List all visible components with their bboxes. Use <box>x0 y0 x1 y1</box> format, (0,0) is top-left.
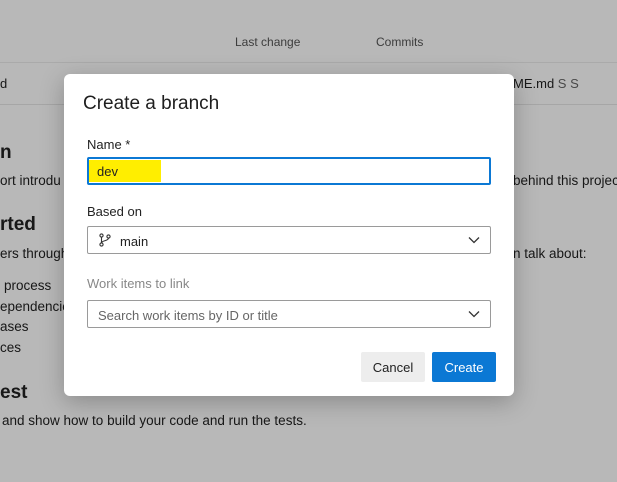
create-branch-dialog: Create a branch Name * Based on main Wor… <box>64 74 514 396</box>
chevron-down-icon <box>468 237 480 244</box>
dialog-title: Create a branch <box>83 93 220 114</box>
based-on-value: main <box>120 234 149 249</box>
name-label: Name * <box>87 137 131 152</box>
work-items-placeholder: Search work items by ID or title <box>98 308 278 323</box>
cancel-button[interactable]: Cancel <box>361 352 425 382</box>
based-on-label: Based on <box>87 204 142 219</box>
branch-icon <box>99 233 111 247</box>
based-on-dropdown[interactable]: main <box>87 226 491 254</box>
branch-name-input[interactable] <box>89 159 489 183</box>
chevron-down-icon <box>468 311 480 318</box>
create-button[interactable]: Create <box>432 352 496 382</box>
work-items-dropdown[interactable]: Search work items by ID or title <box>87 300 491 328</box>
work-items-label: Work items to link <box>87 276 190 291</box>
name-field[interactable] <box>87 157 491 185</box>
